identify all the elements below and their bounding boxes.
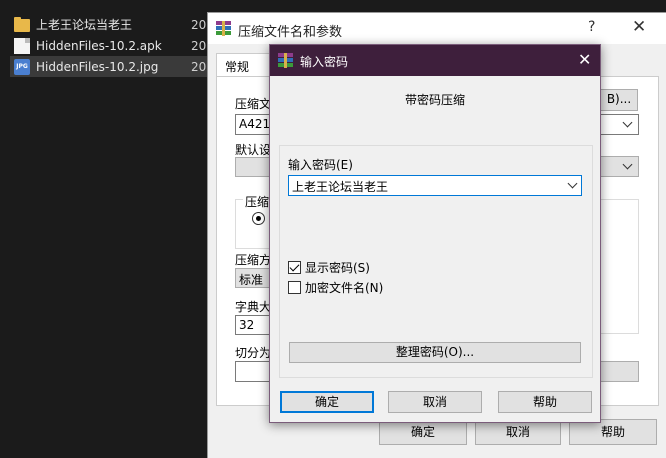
archive-format-label: 压缩 — [243, 193, 272, 210]
password-value: 上老王论坛当老王 — [292, 180, 389, 194]
encrypt-filenames-option[interactable]: 加密文件名(N) — [288, 279, 383, 296]
default-settings-label: 默认设 — [235, 143, 272, 157]
jpg-icon: JPG — [14, 58, 30, 75]
organize-passwords-button[interactable]: 整理密码(O)... — [289, 342, 581, 363]
password-input[interactable]: 上老王论坛当老王 — [288, 175, 582, 196]
split-volumes-dropdown[interactable] — [600, 361, 639, 382]
encrypt-filenames-label: 加密文件名(N) — [305, 281, 384, 295]
archive-window-titlebar: 压缩文件名和参数 ? ✕ — [208, 13, 666, 44]
winrar-icon — [216, 21, 231, 36]
split-volumes-label: 切分为 — [235, 346, 272, 360]
show-password-checkbox[interactable] — [288, 261, 301, 274]
chevron-down-icon — [622, 117, 633, 128]
show-password-label: 显示密码(S) — [305, 261, 370, 275]
options-group — [600, 199, 639, 334]
archive-name-dropdown[interactable] — [600, 114, 639, 135]
tab-general[interactable]: 常规 — [216, 53, 272, 77]
file-icon — [14, 37, 30, 54]
winrar-icon — [278, 53, 293, 68]
file-name: HiddenFiles-10.2.jpg — [36, 59, 159, 74]
enter-password-label: 输入密码(E) — [288, 158, 353, 172]
archive-window-title: 压缩文件名和参数 — [238, 25, 343, 40]
browse-button[interactable]: B)... — [600, 89, 638, 111]
password-cancel-button[interactable]: 取消 — [388, 391, 482, 413]
show-password-option[interactable]: 显示密码(S) — [288, 259, 370, 276]
folder-icon — [14, 17, 30, 32]
file-row-folder[interactable]: 上老王论坛当老王 202 — [10, 14, 215, 35]
password-dialog-title: 输入密码 — [300, 55, 349, 69]
file-name: 上老王论坛当老王 — [36, 18, 133, 32]
chevron-down-icon — [622, 159, 633, 170]
help-icon[interactable]: ? — [588, 19, 595, 35]
archive-name-label: 压缩文 — [235, 97, 272, 111]
file-row-jpg[interactable]: JPG HiddenFiles-10.2.jpg 202 — [10, 56, 215, 77]
password-help-button[interactable]: 帮助 — [498, 391, 592, 413]
close-icon[interactable]: ✕ — [632, 17, 646, 37]
password-dialog-subtitle: 带密码压缩 — [404, 93, 465, 107]
password-ok-button[interactable]: 确定 — [280, 391, 374, 413]
password-dialog-titlebar: 输入密码 ✕ — [270, 45, 600, 76]
format-radio[interactable] — [252, 212, 265, 225]
file-name: HiddenFiles-10.2.apk — [36, 38, 162, 53]
compression-method-label: 压缩方 — [235, 253, 272, 267]
close-icon[interactable]: ✕ — [578, 50, 591, 69]
dictionary-size-label: 字典大 — [235, 300, 272, 314]
password-dialog: 输入密码 ✕ 带密码压缩 输入密码(E) 上老王论坛当老王 显示密码(S) 加密… — [269, 44, 601, 423]
profile-select-dropdown[interactable] — [600, 156, 639, 177]
file-row-apk[interactable]: HiddenFiles-10.2.apk 202 — [10, 35, 215, 56]
encrypt-filenames-checkbox[interactable] — [288, 281, 301, 294]
chevron-down-icon[interactable] — [567, 178, 578, 189]
